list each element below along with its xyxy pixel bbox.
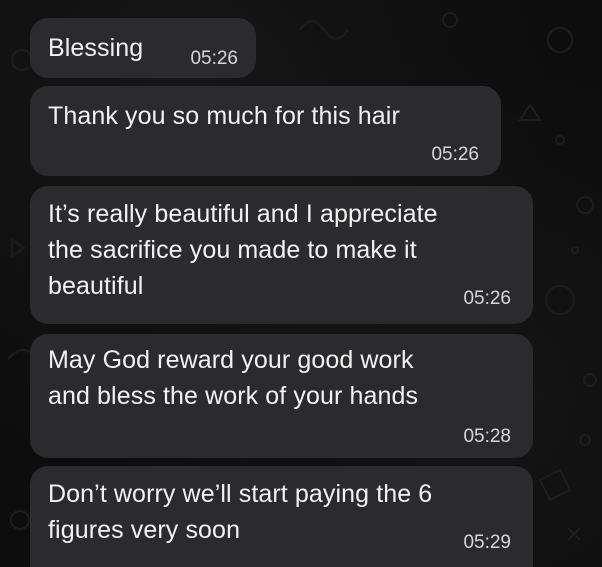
message-bubble[interactable]: Thank you so much for this hair 05:26 — [30, 86, 501, 176]
message-bubble[interactable]: May God reward your good work and bless … — [30, 334, 533, 458]
message-text: Blessing — [48, 34, 144, 62]
message-text: Thank you so much for this hair — [48, 102, 400, 130]
message-text: It’s really beautiful and I appreciate t… — [48, 200, 438, 300]
message-text: Don’t worry we’ll start paying the 6 fig… — [48, 480, 433, 544]
message-text: May God reward your good work and bless … — [48, 346, 419, 410]
message-bubble[interactable]: It’s really beautiful and I appreciate t… — [30, 186, 533, 324]
message-time: 05:26 — [190, 48, 238, 69]
message-bubble[interactable]: Blessing 05:26 — [30, 18, 256, 78]
message-bubble[interactable]: Don’t worry we’ll start paying the 6 fig… — [30, 466, 533, 567]
message-time: 05:26 — [463, 288, 511, 309]
message-time: 05:26 — [431, 144, 479, 165]
chat-thread: Blessing 05:26 Thank you so much for thi… — [0, 0, 602, 567]
message-time: 05:29 — [463, 532, 511, 553]
message-time: 05:28 — [463, 426, 511, 447]
